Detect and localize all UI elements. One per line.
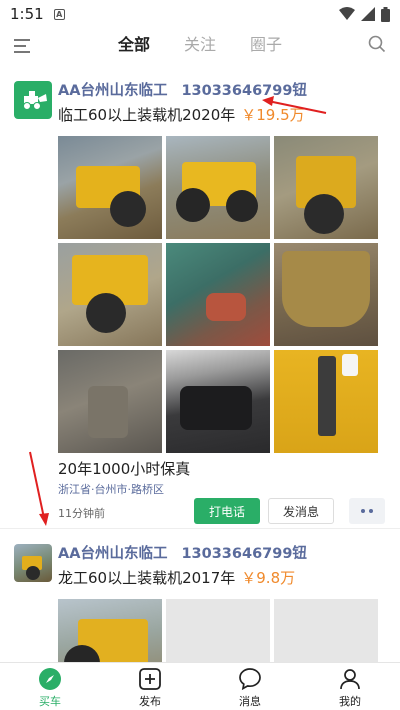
top-nav: 全部 关注 圈子 xyxy=(0,28,400,62)
author-name: AA台州山东临工 xyxy=(58,546,168,562)
compass-icon xyxy=(39,668,61,690)
author-name: AA台州山东临工 xyxy=(58,83,168,99)
photo-thumbnail[interactable] xyxy=(274,243,378,346)
status-bar: 1:51 A xyxy=(0,0,400,28)
avatar[interactable] xyxy=(14,81,52,119)
post-description: 20年1000小时保真 xyxy=(58,460,191,478)
nav-label: 消息 xyxy=(239,695,261,708)
post-location[interactable]: 浙江省·台州市·路桥区 xyxy=(58,481,164,497)
post-title-text: 龙工60以上装载机2017年 xyxy=(58,569,236,587)
post-title: 龙工60以上装载机2017年 ￥9.8万 xyxy=(58,567,295,588)
post-price: ￥9.8万 xyxy=(241,569,296,587)
post-author[interactable]: AA台州山东临工 13033646799钮 xyxy=(58,542,307,563)
photo-thumbnail[interactable] xyxy=(274,350,378,453)
avatar[interactable] xyxy=(14,544,52,582)
post-title-text: 临工60以上装载机2020年 xyxy=(58,106,236,124)
status-time: 1:51 xyxy=(10,5,44,23)
chat-bubble-icon xyxy=(239,668,261,691)
person-icon xyxy=(340,669,360,690)
call-button[interactable]: 打电话 xyxy=(194,498,260,524)
photo-thumbnail[interactable] xyxy=(166,243,270,346)
photo-thumbnail[interactable] xyxy=(166,350,270,453)
annotation-arrow xyxy=(29,451,49,526)
tab-all[interactable]: 全部 xyxy=(118,31,150,59)
nav-messages[interactable]: 消息 xyxy=(200,663,300,710)
nav-buy-car[interactable]: 买车 xyxy=(0,663,100,710)
nav-label: 我的 xyxy=(339,695,361,708)
search-icon[interactable] xyxy=(368,35,386,53)
nav-label: 发布 xyxy=(139,695,161,708)
photo-thumbnail[interactable] xyxy=(58,350,162,453)
author-phone: 13033646799钮 xyxy=(181,83,307,99)
wifi-icon xyxy=(339,7,355,20)
bottom-nav: 买车 发布 消息 我的 xyxy=(0,662,400,710)
plus-square-icon xyxy=(139,668,161,690)
notification-icon: A xyxy=(53,8,65,20)
message-button[interactable]: 发消息 xyxy=(268,498,334,524)
post-time: 11分钟前 xyxy=(58,507,105,520)
photo-thumbnail[interactable] xyxy=(58,243,162,346)
tab-following[interactable]: 关注 xyxy=(184,31,216,59)
author-phone: 13033646799钮 xyxy=(181,546,307,562)
post-price: ￥19.5万 xyxy=(241,106,305,124)
post-author[interactable]: AA台州山东临工 13033646799钮 xyxy=(58,79,307,100)
battery-icon xyxy=(381,6,390,22)
signal-icon xyxy=(361,7,375,21)
tab-circles[interactable]: 圈子 xyxy=(250,31,282,59)
loader-logo-icon xyxy=(23,91,47,110)
photo-grid xyxy=(58,136,378,453)
nav-profile[interactable]: 我的 xyxy=(300,663,400,710)
divider xyxy=(0,528,400,529)
more-options-button[interactable] xyxy=(349,498,385,524)
photo-thumbnail[interactable] xyxy=(58,136,162,239)
feed-tabs: 全部 关注 圈子 xyxy=(0,31,400,59)
nav-publish[interactable]: 发布 xyxy=(100,663,200,710)
photo-thumbnail[interactable] xyxy=(166,136,270,239)
post-title: 临工60以上装载机2020年 ￥19.5万 xyxy=(58,104,305,125)
photo-thumbnail[interactable] xyxy=(274,136,378,239)
nav-label: 买车 xyxy=(39,695,61,708)
